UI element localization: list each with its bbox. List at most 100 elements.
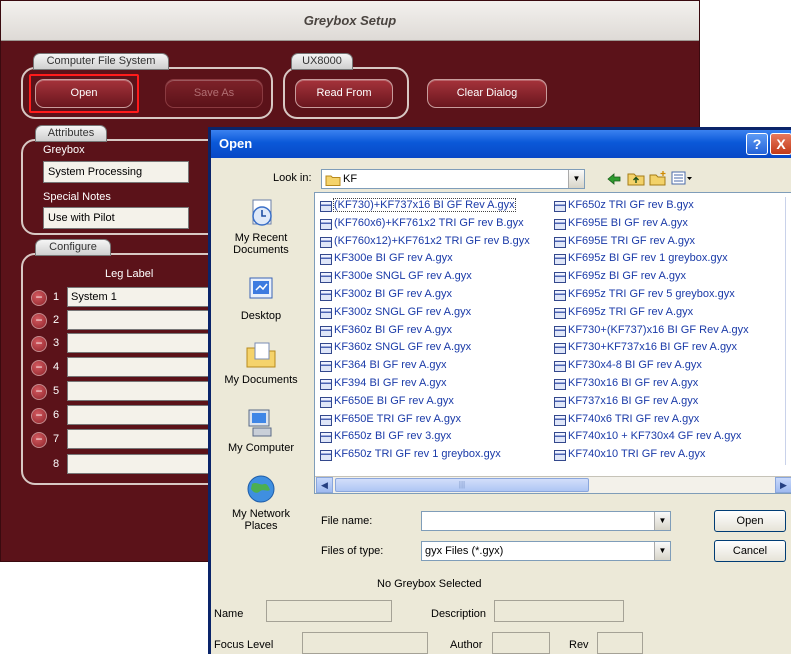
horizontal-scrollbar[interactable]: ◀ ||| ▶ xyxy=(315,476,791,493)
file-item[interactable]: KF650z TRI GF rev B.gyx xyxy=(553,197,694,214)
files-of-type-label: Files of type: xyxy=(321,545,384,557)
file-item[interactable]: KF650E BI GF rev A.gyx xyxy=(319,393,454,410)
author-label: Author xyxy=(450,639,483,651)
file-item-label: KF730+(KF737)x16 BI GF Rev A.gyx xyxy=(568,323,749,336)
file-item-label: KF695z BI GF rev A.gyx xyxy=(568,270,686,283)
leg-number: 8 xyxy=(53,458,60,470)
up-folder-icon[interactable] xyxy=(627,170,645,186)
file-item[interactable]: (KF730)+KF737x16 BI GF Rev A.gyx xyxy=(319,197,516,214)
dialog-cancel-button[interactable]: Cancel xyxy=(714,540,786,562)
file-item[interactable]: KF740x10 + KF730x4 GF rev A.gyx xyxy=(553,428,741,445)
file-item[interactable]: KF730x4-8 BI GF rev A.gyx xyxy=(553,357,702,374)
leg-label-field-4[interactable] xyxy=(67,357,227,377)
leg-label-field-8[interactable] xyxy=(67,454,227,474)
desktop-icon xyxy=(249,277,273,299)
file-item[interactable]: KF740x6 TRI GF rev A.gyx xyxy=(553,411,699,428)
my-network-places-icon xyxy=(247,475,275,503)
file-item[interactable]: KF695z BI GF rev 1 greybox.gyx xyxy=(553,250,728,267)
remove-leg-1-button[interactable]: − xyxy=(31,290,47,306)
greybox-name-field[interactable]: System Processing xyxy=(43,161,189,183)
back-arrow-icon[interactable] xyxy=(606,172,622,186)
file-item[interactable]: KF650z TRI GF rev 1 greybox.gyx xyxy=(319,446,501,463)
file-item-label: KF650E BI GF rev A.gyx xyxy=(334,394,454,407)
file-item[interactable]: KF730x16 BI GF rev A.gyx xyxy=(553,375,698,392)
file-item[interactable]: KF360z BI GF rev A.gyx xyxy=(319,322,452,339)
leg-row: − 5 xyxy=(31,381,227,403)
file-item[interactable]: KF740x10 TRI GF rev A.gyx xyxy=(553,446,705,463)
clear-dialog-button[interactable]: Clear Dialog xyxy=(427,79,547,108)
help-button[interactable]: ? xyxy=(746,133,768,155)
leg-row: − 3 xyxy=(31,333,227,355)
close-button[interactable]: X xyxy=(770,133,791,155)
file-item[interactable]: KF300z BI GF rev A.gyx xyxy=(319,286,452,303)
scroll-right-icon[interactable]: ▶ xyxy=(775,477,791,493)
remove-leg-6-button[interactable]: − xyxy=(31,408,47,424)
places-my-network[interactable]: My Network Places xyxy=(219,472,303,532)
scroll-left-icon[interactable]: ◀ xyxy=(316,477,333,493)
view-menu-icon[interactable] xyxy=(671,170,693,186)
places-recent-documents[interactable]: My Recent Documents xyxy=(219,196,303,256)
places-my-computer[interactable]: My Computer xyxy=(219,406,303,454)
scroll-thumb[interactable]: ||| xyxy=(335,478,589,492)
leg-label-field-3[interactable] xyxy=(67,333,227,353)
read-from-button[interactable]: Read From xyxy=(295,79,393,108)
remove-leg-2-button[interactable]: − xyxy=(31,313,47,329)
file-item[interactable]: KF300e SNGL GF rev A.gyx xyxy=(319,268,472,285)
files-of-type-value: gyx Files (*.gyx) xyxy=(425,545,504,557)
leg-label-field-2[interactable] xyxy=(67,310,227,330)
file-item[interactable]: KF300e BI GF rev A.gyx xyxy=(319,250,453,267)
remove-leg-3-button[interactable]: − xyxy=(31,336,47,352)
leg-number: 5 xyxy=(53,385,60,397)
special-notes-field[interactable]: Use with Pilot xyxy=(43,207,189,229)
save-as-button[interactable]: Save As xyxy=(165,79,263,108)
file-item[interactable]: KF695z TRI GF rev A.gyx xyxy=(553,304,693,321)
file-item[interactable]: (KF760x12)+KF761x2 TRI GF rev B.gyx xyxy=(319,233,530,250)
leg-row: − 4 xyxy=(31,357,227,379)
file-item[interactable]: (KF760x6)+KF761x2 TRI GF rev B.gyx xyxy=(319,215,524,232)
window-title: Greybox Setup xyxy=(303,13,397,28)
desktop-label: Desktop xyxy=(240,310,282,322)
file-item[interactable]: KF695E TRI GF rev A.gyx xyxy=(553,233,695,250)
chevron-down-icon: ▼ xyxy=(654,542,670,560)
leg-number: 7 xyxy=(53,433,60,445)
file-item-label: KF695z BI GF rev 1 greybox.gyx xyxy=(568,252,728,265)
file-item[interactable]: KF695E BI GF rev A.gyx xyxy=(553,215,688,232)
leg-label-field-5[interactable] xyxy=(67,381,227,401)
file-item[interactable]: KF730+KF737x16 BI GF rev A.gyx xyxy=(553,339,737,356)
places-desktop[interactable]: Desktop xyxy=(219,274,303,322)
file-item[interactable]: KF360z SNGL GF rev A.gyx xyxy=(319,339,471,356)
chevron-down-icon: ▼ xyxy=(654,512,670,530)
files-of-type-dropdown[interactable]: gyx Files (*.gyx) ▼ xyxy=(421,541,671,561)
dialog-open-button[interactable]: Open xyxy=(714,510,786,532)
leg-label-field-7[interactable] xyxy=(67,429,227,449)
file-item[interactable]: KF650E TRI GF rev A.gyx xyxy=(319,411,461,428)
leg-row: − 1 System 1 xyxy=(31,287,227,309)
file-item[interactable]: KF695z TRI GF rev 5 greybox.gyx xyxy=(553,286,735,303)
new-folder-icon[interactable] xyxy=(649,170,667,186)
file-item[interactable]: KF650z BI GF rev 3.gyx xyxy=(319,428,451,445)
places-my-documents[interactable]: My Documents xyxy=(219,338,303,386)
file-item-label: KF695E TRI GF rev A.gyx xyxy=(568,234,695,247)
remove-leg-7-button[interactable]: − xyxy=(31,432,47,448)
leg-row: 8 xyxy=(31,454,227,476)
leg-label-field-1[interactable]: System 1 xyxy=(67,287,227,307)
file-name-input[interactable]: ▼ xyxy=(421,511,671,531)
author-field xyxy=(492,632,550,654)
leg-number: 2 xyxy=(53,314,60,326)
chevron-down-icon: ▼ xyxy=(568,170,584,188)
file-item[interactable]: KF300z SNGL GF rev A.gyx xyxy=(319,304,471,321)
file-item[interactable]: KF394 BI GF rev A.gyx xyxy=(319,375,447,392)
folder-icon xyxy=(325,175,341,186)
file-item-label: KF650z TRI GF rev 1 greybox.gyx xyxy=(334,448,501,461)
remove-leg-5-button[interactable]: − xyxy=(31,384,47,400)
file-item[interactable]: KF364 BI GF rev A.gyx xyxy=(319,357,447,374)
file-item[interactable]: KF695z BI GF rev A.gyx xyxy=(553,268,686,285)
file-item[interactable]: KF730+(KF737)x16 BI GF Rev A.gyx xyxy=(553,322,749,339)
remove-leg-4-button[interactable]: − xyxy=(31,360,47,376)
file-item[interactable]: KF737x16 BI GF rev A.gyx xyxy=(553,393,698,410)
open-button[interactable]: Open xyxy=(35,79,133,108)
leg-label-field-6[interactable] xyxy=(67,405,227,425)
look-in-dropdown[interactable]: KF ▼ xyxy=(321,169,585,189)
file-list[interactable]: (KF730)+KF737x16 BI GF Rev A.gyx (KF760x6… xyxy=(314,192,791,494)
configure-tab: Configure xyxy=(35,239,111,256)
